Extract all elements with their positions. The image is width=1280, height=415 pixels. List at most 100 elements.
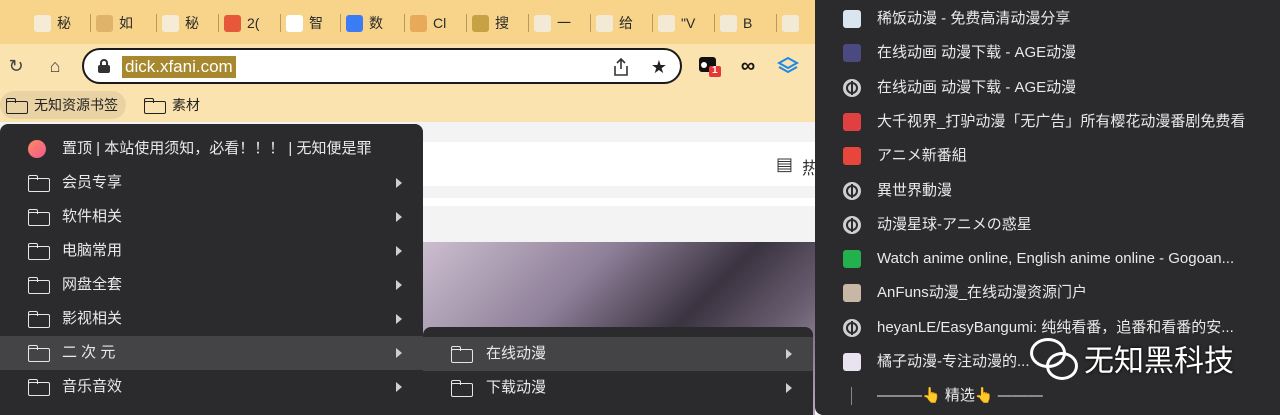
tab-label: B [743, 15, 753, 31]
tab-label: 一 [557, 15, 571, 31]
menu-link-item[interactable]: Watch anime online, English anime online… [815, 242, 1280, 276]
site-favicon-icon [28, 140, 46, 158]
menu-link-item[interactable]: 在线动画 动漫下载 - AGE动漫 [815, 36, 1280, 70]
browser-tab[interactable] [782, 10, 812, 36]
browser-tab[interactable]: 如 [96, 10, 152, 36]
menu-item-label: 会员专享 [62, 174, 123, 191]
tab-separator [156, 14, 157, 32]
anime-submenu: 在线动漫下载动漫 [423, 327, 813, 415]
menu-item-label: 橘子动漫-专注动漫的... [877, 353, 1030, 370]
feather-icon [224, 14, 241, 32]
url-text[interactable]: dick.xfani.com [122, 56, 236, 78]
folder-icon [28, 276, 50, 294]
menu-link-item[interactable]: 动漫星球-アニメの惑星 [815, 208, 1280, 242]
tab-separator [90, 14, 91, 32]
browser-tab[interactable]: 搜 [472, 10, 528, 36]
menu-link-item[interactable]: 稀饭动漫 - 免费高清动漫分享 [815, 2, 1280, 36]
globe-icon [843, 78, 861, 97]
bookmarks-folder-menu: 置顶 | 本站使用须知，必看！！！ | 无知便是罪会员专享软件相关 电脑常用网盘全… [0, 124, 423, 415]
page-icon [34, 14, 51, 32]
watermark-text: 无知黑科技 [1084, 345, 1234, 378]
menu-link-item[interactable]: AnFuns动漫_在线动漫资源门户 [815, 276, 1280, 310]
menu-item-label: 在线动漫 [486, 345, 547, 362]
address-bar[interactable]: dick.xfani.com ★ [82, 48, 682, 84]
menu-item-label: アニメ新番組 [877, 147, 967, 165]
tab-separator [714, 14, 715, 32]
menu-folder-item[interactable]: 音乐音效 [0, 370, 423, 404]
bookmark-folder-sucai[interactable]: 素材 [138, 91, 208, 119]
bookmarks-bar: 无知资源书签 素材 [0, 88, 815, 122]
tab-label: 秘 [185, 15, 199, 31]
tab-separator [218, 14, 219, 32]
tab-label: "V [681, 15, 696, 31]
folder-icon [451, 379, 473, 397]
folder-icon [28, 310, 50, 328]
rabbit-icon [534, 14, 551, 32]
submenu-arrow-icon [396, 314, 402, 324]
menu-folder-item[interactable]: 网盘全套 [0, 268, 423, 302]
infinity-icon[interactable]: ∞ [736, 54, 760, 78]
menu-item-label: 网盘全套 [62, 276, 123, 293]
menu-folder-item[interactable]: 电脑常用 [0, 234, 423, 268]
app-icon [346, 14, 363, 32]
browser-tab[interactable]: 数 [346, 10, 402, 36]
menu-link-item[interactable]: アニメ新番組 [815, 139, 1280, 173]
age-anime-icon [843, 44, 861, 63]
menu-folder-item[interactable]: 软件相关 [0, 200, 423, 234]
tab-label: 数 [369, 15, 383, 31]
menu-item-label: AnFuns动漫_在线动漫资源门户 [877, 284, 1088, 302]
layers-icon[interactable] [776, 54, 800, 78]
menu-folder-item[interactable]: 影视相关 [0, 302, 423, 336]
folder-icon [28, 174, 50, 192]
watermark: 无知黑科技 [1030, 336, 1234, 380]
tab-separator [466, 14, 467, 32]
tab-label: Cl [433, 15, 447, 31]
browser-tab[interactable]: 2( [224, 10, 280, 36]
browser-tab[interactable]: "V [658, 10, 714, 36]
browser-tab[interactable]: 智 [286, 10, 342, 36]
menu-bookmark-item[interactable]: 置顶 | 本站使用须知，必看！！！ | 无知便是罪 [0, 132, 423, 166]
separator-line-icon [851, 387, 852, 406]
share-icon[interactable] [609, 55, 633, 79]
bookmark-star-icon[interactable]: ★ [647, 55, 671, 79]
menu-item-label: 二 次 元 [62, 344, 116, 361]
bookmark-label: 无知资源书签 [34, 97, 118, 113]
tab-label: 如 [119, 15, 133, 31]
submenu-folder-item[interactable]: 在线动漫 [423, 337, 813, 371]
bars-icon [843, 112, 861, 131]
menu-folder-item[interactable]: 会员专享 [0, 166, 423, 200]
tv-icon [843, 147, 861, 166]
folder-icon [6, 98, 28, 114]
menu-link-item[interactable]: 異世界動漫 [815, 174, 1280, 208]
submenu-arrow-icon [786, 349, 792, 359]
submenu-arrow-icon [396, 178, 402, 188]
xifan-icon [843, 10, 861, 28]
submenu-arrow-icon [396, 280, 402, 290]
tab-separator [652, 14, 653, 32]
browser-tab[interactable]: 给 [596, 10, 652, 36]
browser-tab[interactable]: Cl [410, 10, 466, 36]
browser-tab[interactable]: 秘 [34, 10, 90, 36]
browser-tab[interactable]: 一 [534, 10, 590, 36]
home-icon[interactable]: ⌂ [43, 54, 67, 78]
lock-icon[interactable] [98, 59, 110, 73]
cartoon-avatar-icon [596, 14, 613, 32]
folder-icon [28, 378, 50, 396]
extension-icon[interactable]: 1 [698, 54, 722, 78]
submenu-folder-item[interactable]: 下载动漫 [423, 371, 813, 405]
menu-item-label: Watch anime online, English anime online… [877, 250, 1235, 268]
menu-link-item[interactable]: 大千视界_打驴动漫「无广告」所有樱花动漫番剧免费看 [815, 105, 1280, 139]
menu-folder-item[interactable]: 二 次 元 [0, 336, 423, 370]
tab-separator [590, 14, 591, 32]
menu-link-item[interactable]: ———👆 精选👆 ——— [815, 379, 1280, 413]
hot-icon: ▤ [776, 154, 794, 174]
submenu-arrow-icon [396, 246, 402, 256]
menu-link-item[interactable]: 在线动画 动漫下载 - AGE动漫 [815, 71, 1280, 105]
submenu-arrow-icon [786, 383, 792, 393]
reload-icon[interactable]: ↻ [4, 54, 28, 78]
menu-item-label: 異世界動漫 [877, 181, 953, 199]
bookmark-folder-wuzhi[interactable]: 无知资源书签 [0, 91, 126, 119]
tab-separator [528, 14, 529, 32]
browser-tab[interactable]: B [720, 10, 776, 36]
browser-tab[interactable]: 秘 [162, 10, 218, 36]
